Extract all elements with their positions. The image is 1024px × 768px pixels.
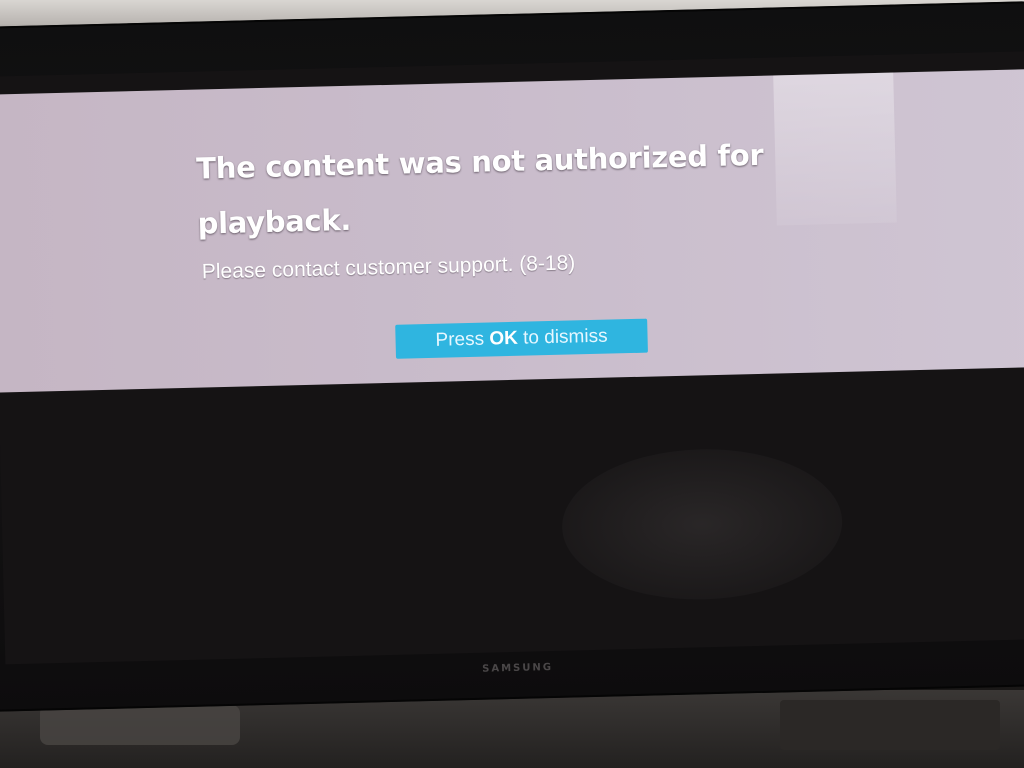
ok-key-label: OK <box>489 327 519 350</box>
error-message: Please contact customer support. (8-18) <box>201 251 576 284</box>
cable <box>40 705 240 745</box>
error-dialog: The content was not authorized for playb… <box>0 68 1024 393</box>
dismiss-suffix: to dismiss <box>517 325 608 349</box>
tv-bezel: The content was not authorized for playb… <box>0 1 1024 712</box>
screen-reflection <box>560 445 844 603</box>
dismiss-prefix: Press <box>435 328 490 351</box>
set-top-box <box>780 700 1000 750</box>
tv-screen: The content was not authorized for playb… <box>0 50 1024 665</box>
error-title: The content was not authorized for playb… <box>195 137 764 241</box>
dismiss-button[interactable]: Press OK to dismiss <box>395 318 648 359</box>
